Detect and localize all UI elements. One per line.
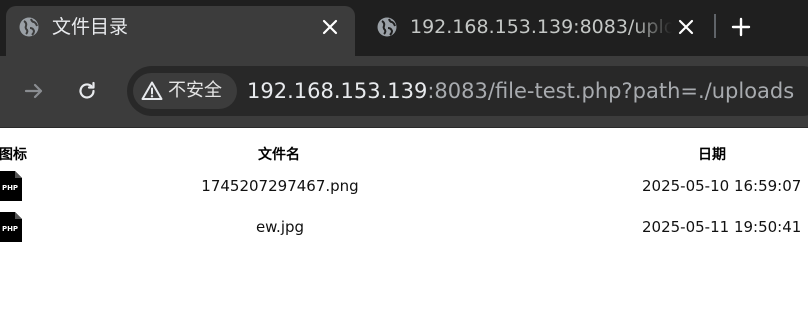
svg-text:PHP: PHP xyxy=(2,225,18,233)
file-date: 2025-05-10 16:59:07 xyxy=(642,177,802,195)
header-icon: 图标 xyxy=(0,147,27,163)
tab-separator xyxy=(714,14,716,38)
globe-icon xyxy=(376,16,398,38)
tab-strip: 文件目录 192.168.153.139:8083/uploads xyxy=(0,0,808,56)
url-path: :8083/file-test.php?path=./uploads xyxy=(427,79,795,103)
file-date: 2025-05-11 19:50:41 xyxy=(642,218,802,236)
browser-toolbar: 不安全 192.168.153.139:8083/file-test.php?p… xyxy=(0,56,808,128)
url-text[interactable]: 192.168.153.139:8083/file-test.php?path=… xyxy=(247,66,794,116)
reload-icon[interactable] xyxy=(73,77,101,105)
header-filename: 文件名 xyxy=(258,147,300,163)
svg-text:PHP: PHP xyxy=(2,184,18,192)
security-chip[interactable]: 不安全 xyxy=(133,73,237,109)
close-icon[interactable] xyxy=(318,15,342,39)
tab-title: 192.168.153.139:8083/uploads xyxy=(410,16,672,38)
php-file-icon: PHP xyxy=(0,171,22,201)
arrow-right-icon[interactable] xyxy=(20,77,48,105)
tab-title: 文件目录 xyxy=(52,16,129,38)
tab-inactive[interactable]: 192.168.153.139:8083/uploads xyxy=(364,6,708,56)
page-content: 图标 文件名 日期 PHP 1745207297467.png 2025-05-… xyxy=(0,128,808,331)
address-bar[interactable]: 不安全 192.168.153.139:8083/file-test.php?p… xyxy=(127,66,808,116)
tab-active[interactable]: 文件目录 xyxy=(6,6,355,56)
globe-icon xyxy=(18,16,40,38)
security-label: 不安全 xyxy=(168,80,222,101)
warning-icon xyxy=(141,80,163,102)
file-name[interactable]: ew.jpg xyxy=(180,218,380,236)
plus-icon[interactable] xyxy=(728,14,754,40)
table-row: PHP ew.jpg 2025-05-11 19:50:41 xyxy=(0,212,808,244)
url-host: 192.168.153.139 xyxy=(247,79,428,103)
header-date: 日期 xyxy=(698,147,726,163)
file-name[interactable]: 1745207297467.png xyxy=(180,177,380,195)
php-file-icon: PHP xyxy=(0,212,22,242)
table-row: PHP 1745207297467.png 2025-05-10 16:59:0… xyxy=(0,171,808,203)
close-icon[interactable] xyxy=(674,15,698,39)
